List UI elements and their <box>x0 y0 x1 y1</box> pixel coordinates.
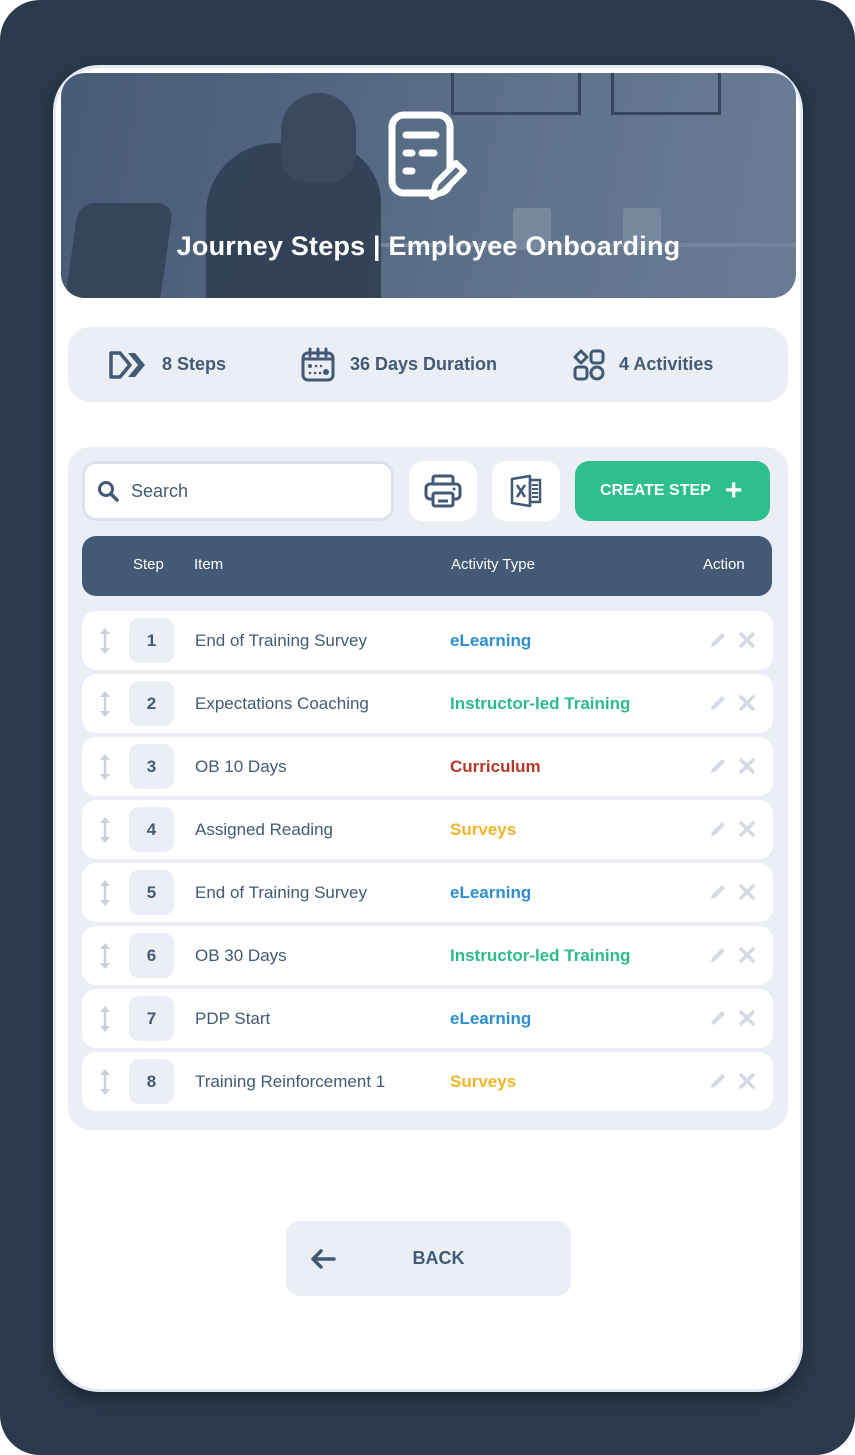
edit-icon[interactable] <box>709 820 727 838</box>
column-header-item: Item <box>194 556 224 573</box>
edit-icon[interactable] <box>709 1009 727 1027</box>
stat-activities-label: 4 Activities <box>619 354 714 374</box>
step-number: 8 <box>129 1059 174 1104</box>
main-card: Journey Steps | Employee Onboarding 8 St… <box>53 65 803 1392</box>
printer-icon <box>424 474 462 508</box>
plus-icon: + <box>724 474 743 507</box>
step-item-name: Training Reinforcement 1 <box>195 1072 386 1091</box>
step-number: 7 <box>129 996 174 1041</box>
excel-export-icon <box>510 474 542 508</box>
double-chevron-right-icon <box>109 350 145 379</box>
edit-icon[interactable] <box>709 757 727 775</box>
step-number: 2 <box>129 681 174 726</box>
search-box[interactable] <box>82 461 394 521</box>
calendar-icon <box>301 347 335 381</box>
page-title: Journey Steps | Employee Onboarding <box>176 231 681 261</box>
delete-icon[interactable] <box>738 946 756 964</box>
delete-icon[interactable] <box>738 820 756 838</box>
table-row: 4 Assigned Reading Surveys <box>82 800 773 859</box>
step-item-name: OB 10 Days <box>195 757 287 776</box>
edit-icon[interactable] <box>709 946 727 964</box>
drag-handle-icon[interactable] <box>98 878 112 908</box>
summary-stats: 8 Steps 36 Days Duration 4 Activities <box>68 327 788 402</box>
create-step-button[interactable]: CREATE STEP + <box>575 461 770 521</box>
export-excel-button[interactable] <box>492 461 560 521</box>
drag-handle-icon[interactable] <box>98 689 112 719</box>
create-step-label: CREATE STEP <box>600 482 711 499</box>
step-number: 3 <box>129 744 174 789</box>
delete-icon[interactable] <box>738 631 756 649</box>
edit-icon[interactable] <box>709 883 727 901</box>
app-frame: Journey Steps | Employee Onboarding 8 St… <box>0 0 855 1455</box>
step-activity-type: Instructor-led Training <box>450 946 631 965</box>
document-edit-icon <box>388 111 467 200</box>
stat-activities: 4 Activities <box>573 327 713 402</box>
step-activity-type: Curriculum <box>450 757 541 776</box>
table-row: 6 OB 30 Days Instructor-led Training <box>82 926 773 985</box>
delete-icon[interactable] <box>738 694 756 712</box>
step-activity-type: Surveys <box>450 820 517 839</box>
step-activity-type: eLearning <box>450 883 532 902</box>
drag-handle-icon[interactable] <box>98 815 112 845</box>
step-number: 6 <box>129 933 174 978</box>
step-activity-type: eLearning <box>450 1009 532 1028</box>
print-button[interactable] <box>409 461 477 521</box>
delete-icon[interactable] <box>738 1009 756 1027</box>
steps-panel: CREATE STEP + Step Item Activity Type Ac… <box>68 447 788 1130</box>
column-header-action: Action <box>703 556 745 573</box>
back-button[interactable]: BACK <box>286 1221 571 1296</box>
table-row: 8 Training Reinforcement 1 Surveys <box>82 1052 773 1111</box>
stat-duration: 36 Days Duration <box>300 327 497 402</box>
step-item-name: Assigned Reading <box>195 820 333 839</box>
delete-icon[interactable] <box>738 757 756 775</box>
table-row: 1 End of Training Survey eLearning <box>82 611 773 670</box>
steps-table-body: 1 End of Training Survey eLearning 2 Expect… <box>82 611 773 1115</box>
step-activity-type: Surveys <box>450 1072 517 1091</box>
delete-icon[interactable] <box>738 883 756 901</box>
step-activity-type: eLearning <box>450 631 532 650</box>
stat-steps-label: 8 Steps <box>162 354 227 374</box>
table-row: 2 Expectations Coaching Instructor-led Tra… <box>82 674 773 733</box>
step-item-name: End of Training Survey <box>195 883 367 902</box>
table-row: 3 OB 10 Days Curriculum <box>82 737 773 796</box>
table-row: 5 End of Training Survey eLearning <box>82 863 773 922</box>
edit-icon[interactable] <box>709 1072 727 1090</box>
drag-handle-icon[interactable] <box>98 1067 112 1097</box>
hero-banner: Journey Steps | Employee Onboarding <box>61 73 796 298</box>
stat-steps: 8 Steps <box>108 327 226 402</box>
drag-handle-icon[interactable] <box>98 752 112 782</box>
step-item-name: OB 30 Days <box>195 946 287 965</box>
step-item-name: PDP Start <box>195 1009 271 1028</box>
table-header: Step Item Activity Type Action <box>82 536 772 596</box>
table-row: 7 PDP Start eLearning <box>82 989 773 1048</box>
stat-duration-label: 36 Days Duration <box>350 354 498 374</box>
delete-icon[interactable] <box>738 1072 756 1090</box>
shapes-grid-icon <box>573 349 605 380</box>
column-header-activity-type: Activity Type <box>451 556 535 573</box>
drag-handle-icon[interactable] <box>98 941 112 971</box>
step-number: 5 <box>129 870 174 915</box>
step-number: 1 <box>129 618 174 663</box>
edit-icon[interactable] <box>709 631 727 649</box>
step-number: 4 <box>129 807 174 852</box>
edit-icon[interactable] <box>709 694 727 712</box>
search-input[interactable] <box>131 480 371 502</box>
drag-handle-icon[interactable] <box>98 1004 112 1034</box>
step-activity-type: Instructor-led Training <box>450 694 631 713</box>
column-header-step: Step <box>133 556 164 573</box>
step-item-name: End of Training Survey <box>195 631 367 650</box>
search-icon <box>98 481 119 502</box>
step-item-name: Expectations Coaching <box>195 694 369 713</box>
drag-handle-icon[interactable] <box>98 626 112 656</box>
back-label: BACK <box>412 1248 465 1268</box>
